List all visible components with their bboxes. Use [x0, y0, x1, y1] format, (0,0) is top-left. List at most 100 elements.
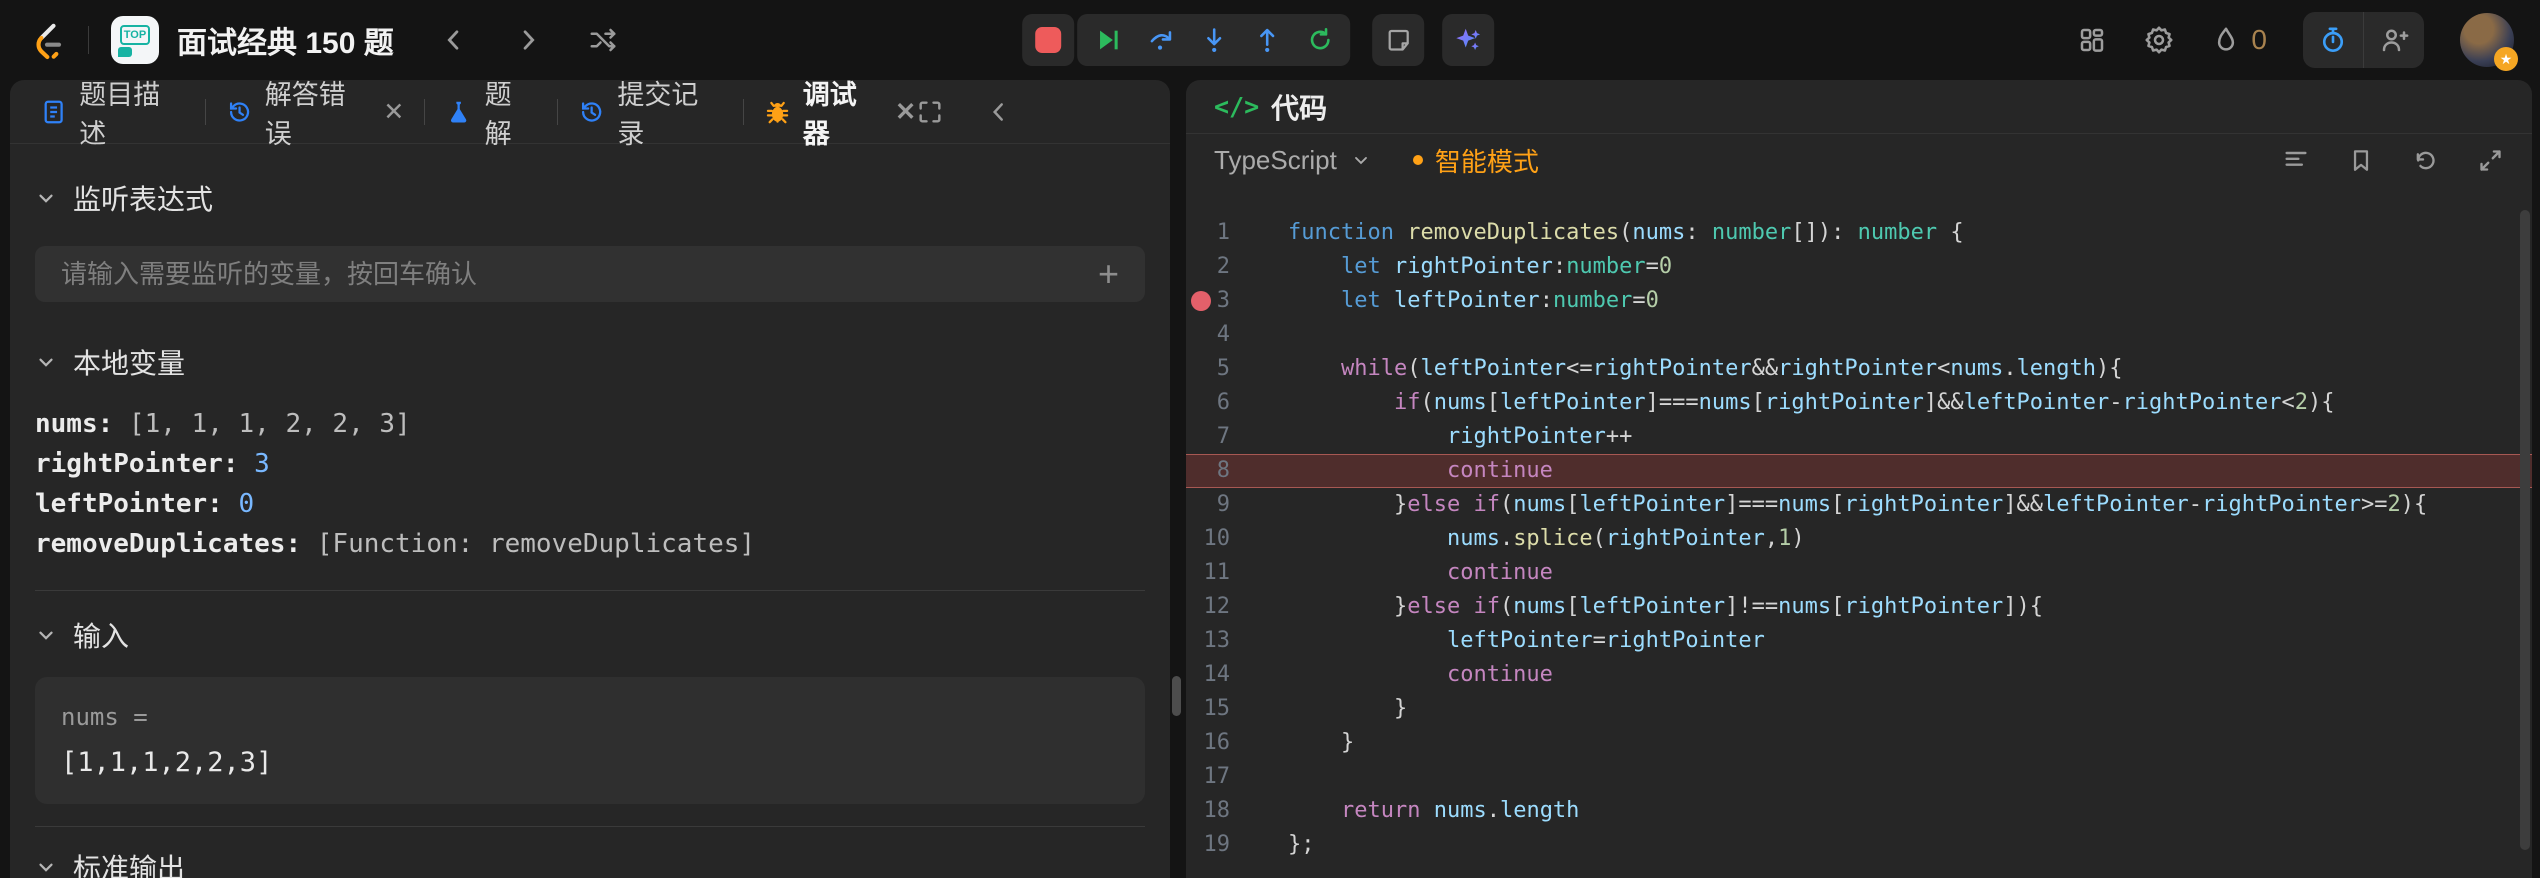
code-line[interactable]: 17 — [1186, 760, 2532, 794]
code-line[interactable]: 7 rightPointer++ — [1186, 420, 2532, 454]
study-plan-chip[interactable]: TOP 面试经典 150 题 — [111, 16, 394, 64]
code-line[interactable]: 14 continue — [1186, 658, 2532, 692]
breakpoint-gutter[interactable] — [1186, 760, 1200, 794]
line-number[interactable]: 3 — [1200, 284, 1230, 318]
next-question-button[interactable] — [514, 26, 542, 54]
variable-row[interactable]: nums: [1, 1, 1, 2, 2, 3] — [35, 404, 1145, 444]
code-line[interactable]: 6 if(nums[leftPointer]===nums[rightPoint… — [1186, 386, 2532, 420]
line-number[interactable]: 12 — [1200, 590, 1230, 624]
layout-grid-icon[interactable] — [2077, 25, 2107, 55]
breakpoint-gutter[interactable] — [1186, 556, 1200, 590]
tab-wrong-answer[interactable]: 解答错误 ✕ — [226, 80, 405, 151]
format-code-icon[interactable] — [2282, 146, 2310, 174]
tab-solutions[interactable]: 题解 — [445, 80, 537, 151]
code-line[interactable]: 9 }else if(nums[leftPointer]===nums[righ… — [1186, 488, 2532, 522]
line-number[interactable]: 4 — [1200, 318, 1230, 352]
line-number[interactable]: 15 — [1200, 692, 1230, 726]
notes-button[interactable] — [1372, 14, 1424, 66]
breakpoint-gutter[interactable] — [1186, 284, 1200, 318]
shuffle-icon[interactable] — [588, 25, 618, 55]
invite-user-button[interactable] — [2364, 12, 2424, 68]
step-out-button[interactable] — [1240, 14, 1293, 66]
line-number[interactable]: 17 — [1200, 760, 1230, 794]
code-line[interactable]: 1function removeDuplicates(nums: number[… — [1186, 216, 2532, 250]
avatar[interactable]: ★ — [2460, 13, 2514, 67]
watch-expressions-section-header[interactable]: 监听表达式 — [35, 178, 1145, 218]
code-line[interactable]: 10 nums.splice(rightPointer,1) — [1186, 522, 2532, 556]
prev-question-button[interactable] — [440, 26, 468, 54]
breakpoint-gutter[interactable] — [1186, 828, 1200, 862]
line-number[interactable]: 10 — [1200, 522, 1230, 556]
breakpoint-gutter[interactable] — [1186, 590, 1200, 624]
editor-scrollbar[interactable] — [2520, 210, 2530, 850]
code-editor[interactable]: 1function removeDuplicates(nums: number[… — [1186, 186, 2532, 878]
breakpoint-gutter[interactable] — [1186, 522, 1200, 556]
resume-button[interactable] — [1081, 14, 1134, 66]
tab-problem-description[interactable]: 题目描述 — [40, 80, 185, 151]
breakpoint-gutter[interactable] — [1186, 386, 1200, 420]
leetcode-logo-icon[interactable] — [26, 20, 66, 60]
tab-submissions[interactable]: 提交记录 — [578, 80, 723, 151]
language-selector[interactable]: TypeScript — [1214, 145, 1371, 176]
breakpoint-gutter[interactable] — [1186, 352, 1200, 386]
variable-row[interactable]: leftPointer: 0 — [35, 484, 1145, 524]
code-line[interactable]: 11 continue — [1186, 556, 2532, 590]
tab-debugger[interactable]: 调试器 ✕ — [764, 80, 916, 151]
line-number[interactable]: 13 — [1200, 624, 1230, 658]
line-number[interactable]: 9 — [1200, 488, 1230, 522]
input-section-header[interactable]: 输入 — [35, 615, 1145, 655]
close-tab-icon[interactable]: ✕ — [383, 97, 404, 127]
code-line[interactable]: 5 while(leftPointer<=rightPointer&&right… — [1186, 352, 2532, 386]
code-line[interactable]: 4 — [1186, 318, 2532, 352]
breakpoint-gutter[interactable] — [1186, 658, 1200, 692]
smart-mode-toggle[interactable]: 智能模式 — [1413, 142, 1539, 179]
code-line[interactable]: 2 let rightPointer:number=0 — [1186, 250, 2532, 284]
bookmark-icon[interactable] — [2348, 147, 2374, 173]
variable-row[interactable]: rightPointer: 3 — [35, 444, 1145, 484]
breakpoint-gutter[interactable] — [1186, 250, 1200, 284]
local-variables-section-header[interactable]: 本地变量 — [35, 342, 1145, 382]
testcase-input-card[interactable]: nums = [1,1,1,2,2,3] — [35, 677, 1145, 804]
expand-editor-icon[interactable] — [2477, 147, 2504, 174]
add-watch-icon[interactable]: + — [1098, 256, 1119, 292]
current-execution-line[interactable]: 8 continue — [1186, 454, 2532, 488]
reset-code-icon[interactable] — [2412, 147, 2439, 174]
close-tab-icon[interactable]: ✕ — [895, 97, 916, 127]
restart-debug-button[interactable] — [1293, 14, 1346, 66]
watch-expression-input[interactable] — [61, 259, 1098, 290]
code-line[interactable]: 13 leftPointer=rightPointer — [1186, 624, 2532, 658]
code-line[interactable]: 19}; — [1186, 828, 2532, 862]
breakpoint-gutter[interactable] — [1186, 794, 1200, 828]
breakpoint-gutter[interactable] — [1186, 692, 1200, 726]
code-line[interactable]: 16 } — [1186, 726, 2532, 760]
code-line[interactable]: 12 }else if(nums[leftPointer]!==nums[rig… — [1186, 590, 2532, 624]
line-number[interactable]: 5 — [1200, 352, 1230, 386]
variable-row[interactable]: removeDuplicates: [Function: removeDupli… — [35, 524, 1145, 564]
step-into-button[interactable] — [1187, 14, 1240, 66]
line-number[interactable]: 11 — [1200, 556, 1230, 590]
code-line[interactable]: 15 } — [1186, 692, 2532, 726]
breakpoint-gutter[interactable] — [1186, 488, 1200, 522]
line-number[interactable]: 2 — [1200, 250, 1230, 284]
collapse-panel-icon[interactable] — [986, 99, 1012, 125]
line-number[interactable]: 18 — [1200, 794, 1230, 828]
breakpoint-gutter[interactable] — [1186, 420, 1200, 454]
code-line[interactable]: 3 let leftPointer:number=0 — [1186, 284, 2532, 318]
panel-resize-handle[interactable] — [1172, 676, 1181, 716]
streak-counter[interactable]: 0 — [2211, 24, 2267, 56]
timer-button[interactable] — [2303, 12, 2363, 68]
breakpoint-gutter[interactable] — [1186, 726, 1200, 760]
ai-assistant-button[interactable] — [1442, 14, 1494, 66]
line-number[interactable]: 19 — [1200, 828, 1230, 862]
line-number[interactable]: 14 — [1200, 658, 1230, 692]
line-number[interactable]: 16 — [1200, 726, 1230, 760]
stop-debug-button[interactable] — [1022, 14, 1074, 66]
code-line[interactable]: 18 return nums.length — [1186, 794, 2532, 828]
line-number[interactable]: 6 — [1200, 386, 1230, 420]
breakpoint-gutter[interactable] — [1186, 318, 1200, 352]
line-number[interactable]: 8 — [1200, 454, 1230, 488]
breakpoint-gutter[interactable] — [1186, 216, 1200, 250]
breakpoint-gutter[interactable] — [1186, 454, 1200, 488]
settings-gear-icon[interactable] — [2143, 24, 2175, 56]
stdout-section-header[interactable]: 标准输出 — [35, 847, 1145, 878]
